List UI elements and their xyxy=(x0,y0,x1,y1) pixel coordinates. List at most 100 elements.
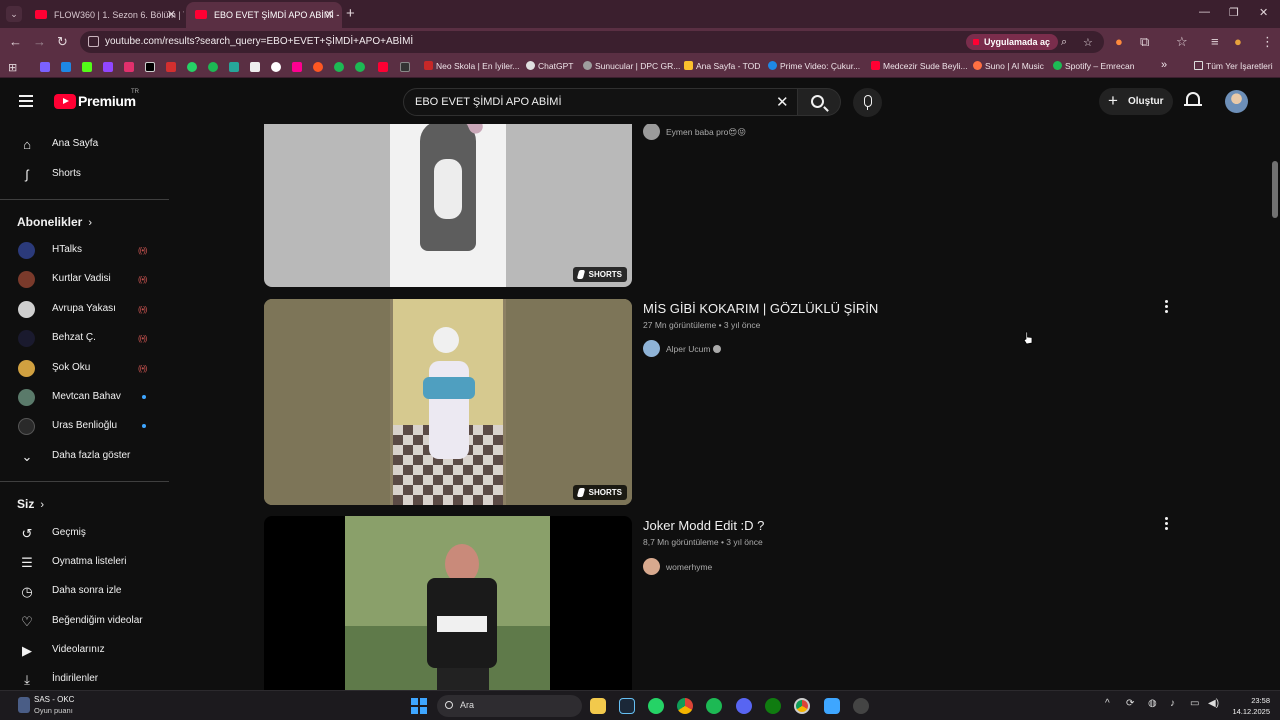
bookmark-item[interactable]: Suno | AI Music xyxy=(973,61,1044,71)
close-tab-icon[interactable]: ✕ xyxy=(167,2,176,28)
notepad-icon[interactable] xyxy=(824,698,840,714)
video-actions-menu-icon[interactable] xyxy=(1162,300,1170,314)
premium-wordmark[interactable]: Premium xyxy=(78,93,136,109)
video-thumbnail[interactable] xyxy=(264,516,632,690)
network-icon[interactable]: ◍ xyxy=(1148,698,1157,709)
sidebar-item-subscription[interactable]: HTalks ((•)) xyxy=(0,236,170,265)
clear-search-icon[interactable]: ✕ xyxy=(776,93,789,111)
sidebar-item-watch-later[interactable]: ◷ Daha sonra izle xyxy=(0,577,170,606)
extension-icon[interactable]: ● xyxy=(1115,34,1123,49)
browser-tab-active[interactable]: EBO EVET ŞİMDİ APO ABİMİ - Y ✕ xyxy=(186,2,342,28)
tab-search-icon[interactable]: ⌄ xyxy=(6,6,22,22)
chrome-profile-icon[interactable] xyxy=(794,698,810,714)
account-avatar[interactable] xyxy=(1225,90,1248,113)
sports-widget-icon[interactable] xyxy=(18,697,30,713)
spotify-favicon-icon[interactable] xyxy=(334,62,344,72)
bookmark-favicon-icon[interactable] xyxy=(61,62,71,72)
whatsapp-icon[interactable] xyxy=(648,698,664,714)
bookmark-star-icon[interactable]: ☆ xyxy=(1083,36,1093,49)
volume-icon[interactable]: ◀) xyxy=(1208,698,1219,709)
open-in-app-button[interactable]: Uygulamada aç xyxy=(966,34,1059,50)
sidebar-item-subscription[interactable]: Kurtlar Vadisi ((•)) xyxy=(0,265,170,294)
windows-start-icon[interactable] xyxy=(411,698,427,714)
discord-icon[interactable] xyxy=(736,698,752,714)
sidebar-item-shorts[interactable]: ʃ Shorts xyxy=(0,160,170,189)
spotify-favicon-icon[interactable] xyxy=(355,62,365,72)
forward-icon[interactable]: → xyxy=(33,34,46,49)
reading-list-icon[interactable]: ☆ xyxy=(1176,34,1188,50)
you-heading[interactable]: Siz › xyxy=(17,497,44,511)
bookmark-favicon-icon[interactable] xyxy=(166,62,176,72)
page-scrollbar[interactable] xyxy=(1270,78,1280,690)
sync-icon[interactable]: ⟳ xyxy=(1126,698,1134,709)
sidebar-item-your-videos[interactable]: ▶ Videolarınız xyxy=(0,636,170,665)
sidebar-item-subscription[interactable]: Avrupa Yakası ((•)) xyxy=(0,295,170,324)
create-button[interactable]: + Oluştur xyxy=(1099,88,1173,115)
new-tab-icon[interactable]: + xyxy=(346,5,355,22)
x-favicon-icon[interactable] xyxy=(145,62,155,72)
sidebar-item-playlists[interactable]: ☰ Oynatma listeleri xyxy=(0,548,170,577)
video-title[interactable]: MİS GİBİ KOKARIM | GÖZLÜKLÜ ŞİRİN xyxy=(643,301,878,316)
twitch-favicon-icon[interactable] xyxy=(103,62,113,72)
video-thumbnail[interactable]: SHORTS xyxy=(264,299,632,505)
steam-icon[interactable] xyxy=(619,698,635,714)
extensions-puzzle-icon[interactable]: ⧉ xyxy=(1140,34,1149,50)
scrollbar-thumb[interactable] xyxy=(1272,161,1278,218)
more-bookmarks-icon[interactable]: » xyxy=(1161,59,1167,71)
sidebar-item-history[interactable]: ↺ Geçmiş xyxy=(0,519,170,548)
youtube-logo-icon[interactable] xyxy=(54,94,76,109)
video-actions-menu-icon[interactable] xyxy=(1162,517,1170,531)
system-clock[interactable]: 23:58 14.12.2025 xyxy=(1228,695,1270,717)
bookmark-favicon-icon[interactable] xyxy=(400,62,410,72)
bookmark-item[interactable]: Neo Skola | En İyiler... xyxy=(424,61,519,71)
notifications-bell-icon[interactable] xyxy=(1184,92,1202,106)
restore-icon[interactable]: ❐ xyxy=(1229,6,1239,19)
bookmark-favicon-icon[interactable] xyxy=(250,62,260,72)
tray-overflow-icon[interactable]: ^ xyxy=(1105,698,1110,709)
sidebar-item-liked-videos[interactable]: ♡ Beğendiğim videolar xyxy=(0,607,170,636)
microphone-icon[interactable]: ♪ xyxy=(1170,698,1175,709)
bookmark-item[interactable]: Sunucular | DPC GR... xyxy=(583,61,680,71)
instagram-favicon-icon[interactable] xyxy=(124,62,134,72)
close-window-icon[interactable]: ✕ xyxy=(1259,6,1268,19)
bookmark-item[interactable]: Ana Sayfa - TOD xyxy=(684,61,760,71)
search-button[interactable] xyxy=(798,88,841,116)
all-bookmarks-button[interactable]: Tüm Yer İşaretleri xyxy=(1194,61,1273,71)
voice-search-button[interactable] xyxy=(853,88,882,117)
bookmark-favicon-icon[interactable] xyxy=(292,62,302,72)
browser-menu-icon[interactable]: ⋮ xyxy=(1261,34,1274,50)
browser-tab[interactable]: FLOW360 | 1. Sezon 6. Bölüm | T ✕ xyxy=(26,2,184,28)
sidebar-item-home[interactable]: ⌂ Ana Sayfa xyxy=(0,130,170,159)
kick-favicon-icon[interactable] xyxy=(82,62,92,72)
zoom-icon[interactable]: ⌕ xyxy=(1061,36,1067,49)
xbox-icon[interactable] xyxy=(765,698,781,714)
sidebar-item-subscription[interactable]: Şok Oku ((•)) xyxy=(0,354,170,383)
back-icon[interactable]: ← xyxy=(9,34,22,49)
bookmark-item[interactable]: Spotify – Emrecan xyxy=(1053,61,1134,71)
reload-icon[interactable]: ↻ xyxy=(57,34,68,50)
file-explorer-icon[interactable] xyxy=(590,698,606,714)
youtube-favicon-icon[interactable] xyxy=(378,62,388,72)
close-tab-icon[interactable]: ✕ xyxy=(325,2,334,28)
bookmark-favicon-icon[interactable] xyxy=(40,62,50,72)
site-info-icon[interactable] xyxy=(88,36,99,47)
apps-grid-icon[interactable]: ⊞ xyxy=(8,61,17,74)
sidebar-item-subscription[interactable]: Behzat Ç. ((•)) xyxy=(0,324,170,353)
search-input[interactable]: EBO EVET ŞİMDİ APO ABİMİ ✕ xyxy=(403,88,798,116)
bookmark-favicon-icon[interactable] xyxy=(229,62,239,72)
sidebar-item-show-more[interactable]: ⌄ Daha fazla göster xyxy=(0,442,170,471)
display-icon[interactable]: ▭ xyxy=(1190,698,1199,709)
subscriptions-heading[interactable]: Abonelikler › xyxy=(17,215,92,229)
video-title[interactable]: Joker Modd Edit :D ? xyxy=(643,518,764,533)
bookmark-item[interactable]: ChatGPT xyxy=(526,61,573,71)
bookmark-favicon-icon[interactable] xyxy=(208,62,218,72)
bookmark-item[interactable]: Prime Video: Çukur... xyxy=(768,61,860,71)
bookmark-favicon-icon[interactable] xyxy=(271,62,281,72)
whatsapp-favicon-icon[interactable] xyxy=(187,62,197,72)
minimize-icon[interactable]: — xyxy=(1199,6,1210,18)
app-icon[interactable] xyxy=(853,698,869,714)
sidebar-item-subscription[interactable]: Mevtcan Bahav xyxy=(0,383,170,412)
bookmark-favicon-icon[interactable] xyxy=(313,62,323,72)
address-bar[interactable]: youtube.com/results?search_query=EBO+EVE… xyxy=(80,31,1104,53)
spotify-icon[interactable] xyxy=(706,698,722,714)
